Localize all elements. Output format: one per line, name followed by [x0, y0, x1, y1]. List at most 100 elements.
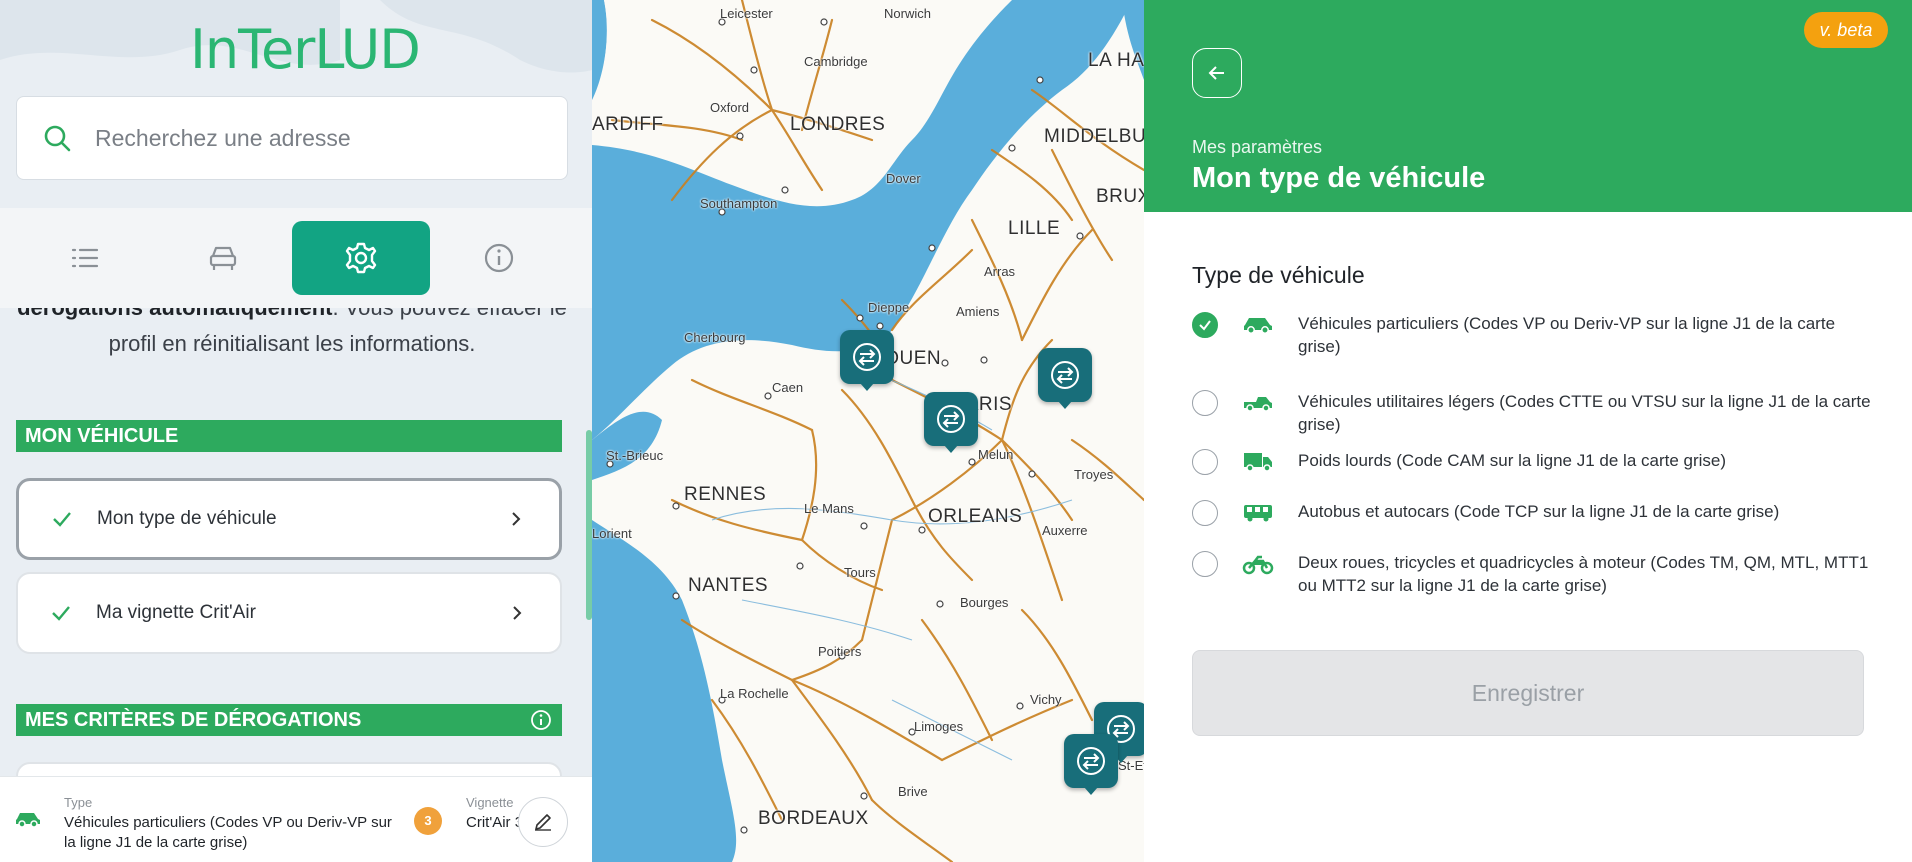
info-icon [484, 243, 514, 273]
map-city-label: Arras [984, 264, 1016, 279]
map-city-label: St.-Brieuc [606, 448, 664, 463]
save-button[interactable]: Enregistrer [1192, 650, 1864, 736]
info-icon[interactable] [530, 709, 552, 731]
map-city-label: Dover [886, 171, 921, 186]
footer-vignette-label: Vignette [466, 795, 514, 810]
search-input[interactable] [95, 124, 515, 152]
radio-checked[interactable] [1192, 312, 1218, 338]
map-city-label: Southampton [700, 196, 778, 211]
logo-text: InTerLUD [190, 18, 421, 81]
map-city-label: BORDEAUX [758, 808, 869, 829]
map-city-label: LA HA [1088, 50, 1144, 71]
vehicle-type-option[interactable]: Véhicules utilitaires légers (Codes CTTE… [1192, 390, 1892, 436]
critair-badge: 3 [414, 807, 442, 835]
map-city-label: Norwich [884, 6, 931, 21]
map-city-label: La Rochelle [720, 686, 789, 701]
vehicle-type-option[interactable]: Autobus et autocars (Code TCP sur la lig… [1192, 500, 1892, 526]
map-city-label: LONDRES [790, 114, 886, 135]
truck-icon [1242, 449, 1274, 475]
transfer-icon [853, 343, 881, 371]
map-city-label: Vichy [1030, 692, 1062, 707]
transfer-icon [1077, 747, 1105, 775]
nav-tabs [0, 208, 592, 308]
map-city-label: Leicester [720, 6, 773, 21]
map-city-label: BRUX [1096, 186, 1144, 207]
radio-unchecked[interactable] [1192, 551, 1218, 577]
ma-vignette-critair-item[interactable]: Ma vignette Crit'Air [16, 572, 562, 654]
tab-info[interactable] [430, 221, 568, 295]
footer-vignette-value: Crit'Air 3 [466, 814, 524, 831]
map-city-label: Troyes [1074, 467, 1114, 482]
check-icon [1199, 320, 1211, 331]
derogation-marker[interactable] [840, 330, 894, 391]
car-icon [209, 246, 237, 270]
map-city-label: Brive [898, 784, 928, 799]
section-criteres-derogations: MES CRITÈRES DE DÉROGATIONS [16, 704, 562, 736]
option-label: Véhicules utilitaires légers (Codes CTTE… [1298, 392, 1871, 434]
section-mon-vehicule: MON VÉHICULE [16, 420, 562, 452]
map-city-label: Lorient [592, 526, 632, 541]
map-city-label: ORLEANS [928, 506, 1023, 527]
edit-button[interactable] [518, 797, 568, 847]
critere-card-partial[interactable] [16, 762, 562, 776]
bus-icon [1242, 500, 1274, 526]
tab-settings[interactable] [292, 221, 430, 295]
map-city-label: Auxerre [1042, 523, 1088, 538]
mon-type-vehicule-item[interactable]: Mon type de véhicule [16, 478, 562, 560]
option-label: Autobus et autocars (Code TCP sur la lig… [1298, 502, 1780, 521]
map-city-label: Caen [772, 380, 804, 395]
map-city-label: Poitiers [818, 644, 862, 659]
map-city-label: Melun [978, 447, 1014, 462]
footer-type-label: Type [64, 795, 93, 810]
check-icon [53, 512, 71, 527]
item-label: Ma vignette Crit'Air [96, 602, 256, 623]
map-city-label: LILLE [1008, 218, 1061, 239]
map-city-label: Amiens [956, 304, 1000, 319]
pencil-icon [535, 814, 551, 831]
settings-scroll-area[interactable]: dérogations automatiquement. Vous pouvez… [0, 290, 584, 776]
derogation-marker[interactable] [1064, 734, 1118, 795]
car-icon [1242, 312, 1274, 338]
settings-panel: v. beta Mes paramètres Mon type de véhic… [1144, 0, 1912, 862]
search-box[interactable] [16, 96, 568, 180]
transfer-icon [937, 405, 965, 433]
radio-unchecked[interactable] [1192, 500, 1218, 526]
map-city-label: Cherbourg [684, 330, 746, 345]
app-root: InTerLUD dérogations automatiquement. Vo… [0, 0, 1912, 862]
gear-icon [345, 242, 377, 274]
map-city-label: Bourges [960, 595, 1009, 610]
transfer-icon [1051, 361, 1079, 389]
radio-unchecked[interactable] [1192, 390, 1218, 416]
vehicle-type-option[interactable]: Véhicules particuliers (Codes VP ou Deri… [1192, 312, 1892, 358]
derogation-marker[interactable] [1038, 348, 1092, 409]
map-city-label: Le Mans [804, 501, 854, 516]
map-city-label: Limoges [914, 719, 964, 734]
map-view[interactable]: Leicester Norwich Cambridge Oxford Dover… [592, 0, 1144, 862]
map-city-label: Dieppe [868, 300, 910, 315]
tab-vehicle[interactable] [154, 221, 292, 295]
chevron-right-icon [512, 512, 521, 526]
option-label: Véhicules particuliers (Codes VP ou Deri… [1298, 314, 1836, 356]
item-label: Mon type de véhicule [97, 508, 277, 529]
form-title: Type de véhicule [1192, 262, 1365, 288]
map-city-label: Oxford [710, 100, 750, 115]
vehicle-summary-footer: Type Véhicules particuliers (Codes VP ou… [0, 776, 592, 862]
panel-title: Mon type de véhicule [1192, 162, 1486, 194]
motorcycle-icon [1242, 551, 1274, 577]
derogation-marker[interactable] [924, 392, 978, 453]
tab-list[interactable] [16, 221, 154, 295]
map-city-label: Cambridge [804, 54, 868, 69]
map-city-label: MIDDELBU [1044, 126, 1144, 147]
pickup-truck-icon [1242, 390, 1274, 416]
interlud-logo: InTerLUD [190, 18, 421, 81]
vehicle-type-option[interactable]: Poids lourds (Code CAM sur la ligne J1 d… [1192, 449, 1892, 475]
section-title: MES CRITÈRES DE DÉROGATIONS [25, 709, 362, 731]
radio-unchecked[interactable] [1192, 449, 1218, 475]
chevron-right-icon [513, 606, 522, 620]
back-button[interactable] [1192, 48, 1242, 98]
car-icon [16, 813, 40, 828]
map-city-label: ARDIFF [592, 114, 664, 135]
panel-breadcrumb: Mes paramètres [1192, 137, 1323, 157]
map-city-label: Tours [844, 565, 876, 580]
vehicle-type-option[interactable]: Deux roues, tricycles et quadricycles à … [1192, 551, 1892, 597]
